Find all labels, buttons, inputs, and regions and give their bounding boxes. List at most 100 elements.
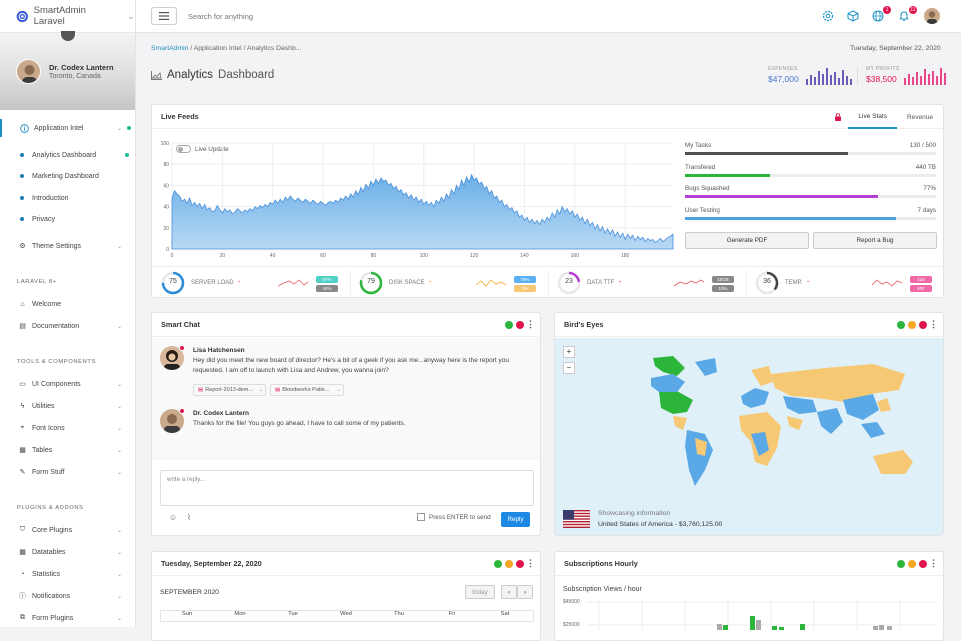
chat-sender[interactable]: Dr. Codex Lantern: [193, 409, 533, 419]
profits-stat: MY PROFITS $38,500: [866, 66, 899, 84]
collapse-dot[interactable]: [897, 560, 905, 568]
sidebar-item-statistics[interactable]: ◔ Statistics ⌄: [0, 565, 135, 583]
progress-track: [685, 152, 936, 155]
close-dot[interactable]: [516, 321, 524, 329]
close-dot[interactable]: [516, 560, 524, 568]
sidebar-item-documentation[interactable]: ▤ Documentation ⌄: [0, 317, 135, 335]
more-vertical-icon[interactable]: ⋮: [929, 319, 938, 330]
app-title: SmartAdmin Laravel: [33, 5, 86, 27]
collapse-dot[interactable]: [897, 321, 905, 329]
gauge-divider: [548, 271, 549, 295]
paperclip-icon[interactable]: ⌇: [187, 513, 191, 522]
sidebar-item-datatables[interactable]: ▦ Datatables ⌄: [0, 543, 135, 561]
app-logo[interactable]: SmartAdmin Laravel ⌄: [0, 0, 135, 33]
sidebar-item-utilities[interactable]: ϟ Utilities ⌄: [0, 397, 135, 415]
more-vertical-icon[interactable]: ⋮: [929, 558, 938, 569]
cube-icon[interactable]: [847, 10, 861, 24]
shield-icon: ⛉: [19, 526, 26, 533]
sidebar-item-marketing-dashboard[interactable]: Marketing Dashboard: [0, 167, 135, 185]
subscription-bars: [587, 600, 937, 630]
topbar: Search for anything 1 11: [136, 0, 961, 33]
map-canvas[interactable]: [555, 338, 943, 535]
sidebar-item-welcome[interactable]: ⌂ Welcome: [0, 295, 135, 313]
close-dot[interactable]: [919, 560, 927, 568]
user-avatar[interactable]: [924, 8, 940, 24]
reply-textarea[interactable]: write a reply...: [160, 470, 534, 506]
sidebar-item-font-icons[interactable]: ⌖ Font Icons ⌄: [0, 419, 135, 437]
sidebar-item-introduction[interactable]: Introduction: [0, 189, 135, 207]
zoom-in-button[interactable]: +: [563, 346, 575, 358]
table-icon: ▦: [19, 447, 26, 454]
profits-label: MY PROFITS: [866, 66, 900, 72]
sidebar-item-form-stuff[interactable]: ✎ Form Stuff ⌄: [0, 463, 135, 481]
chevron-down-icon[interactable]: ⌄: [336, 387, 341, 393]
page-title-light: Dashboard: [218, 69, 275, 81]
tab-revenue[interactable]: Revenue: [897, 105, 943, 129]
chevron-down-icon[interactable]: ⌄: [258, 387, 263, 393]
report-bug-button[interactable]: Report a Bug: [813, 232, 937, 249]
close-dot[interactable]: [919, 321, 927, 329]
chat-message: Dr. Codex Lantern Thanks for the file! Y…: [193, 409, 533, 429]
globe-icon[interactable]: 1: [872, 6, 891, 24]
sidebar: SmartAdmin Laravel ⌄ Dr. Codex Lantern T…: [0, 0, 136, 627]
sidebar-item-analytics-dashboard[interactable]: Analytics Dashboard: [0, 146, 135, 164]
prev-month-button[interactable]: ‹: [501, 585, 517, 599]
x-tick-label: 60: [320, 253, 326, 259]
profile-toggle[interactable]: [61, 31, 75, 41]
zoom-out-button[interactable]: −: [563, 362, 575, 374]
chevron-down-icon: ⌄: [116, 403, 122, 410]
sidebar-item-notifications[interactable]: ⓘ Notifications ⌄: [0, 587, 135, 605]
fullscreen-dot[interactable]: [908, 321, 916, 329]
fullscreen-dot[interactable]: [908, 560, 916, 568]
lock-icon[interactable]: [828, 105, 848, 129]
avatar[interactable]: [16, 59, 41, 84]
stat-divider: [857, 67, 858, 85]
reply-button[interactable]: Reply: [501, 512, 530, 527]
sidebar-item-ui-components[interactable]: ▭ UI Components ⌄: [0, 375, 135, 393]
gauge-disk-space: 79 DISK SPACE ⌃ 76% 3%: [358, 268, 548, 298]
bell-icon[interactable]: 11: [898, 6, 917, 24]
tick-label: $25000: [563, 622, 580, 628]
more-vertical-icon[interactable]: ⋮: [526, 558, 535, 569]
enter-to-send-option[interactable]: Press ENTER to send: [417, 513, 491, 521]
settings-icon[interactable]: [822, 10, 836, 24]
profile-name[interactable]: Dr. Codex Lantern: [49, 63, 114, 72]
profile-card: Dr. Codex Lantern Toronto, Canada: [0, 31, 135, 110]
y-tick-label: 40: [163, 205, 169, 211]
smile-icon[interactable]: ☺: [169, 513, 177, 522]
more-vertical-icon[interactable]: ⋮: [526, 319, 535, 330]
sidebar-item-application-intel[interactable]: Application Intel ⌄: [0, 119, 135, 137]
area-chart-icon: [151, 70, 162, 80]
sidebar-item-privacy[interactable]: Privacy: [0, 210, 135, 228]
attachment-pdf[interactable]: ▤ Bloodworks Patie... ⌄: [270, 384, 344, 396]
menu-toggle-button[interactable]: [151, 7, 177, 25]
tab-live-stats[interactable]: Live Stats: [848, 105, 897, 129]
today-button[interactable]: today: [465, 585, 495, 599]
stat-pill: 3%: [514, 285, 536, 292]
sidebar-item-theme-settings[interactable]: ⚙ Theme Settings ⌄: [0, 237, 135, 255]
next-month-button[interactable]: ›: [517, 585, 533, 599]
fullscreen-dot[interactable]: [505, 560, 513, 568]
collapse-dot[interactable]: [494, 560, 502, 568]
breadcrumb-item[interactable]: Application Intel: [194, 45, 242, 52]
progress-bugs-squashed: Bugs Squashed 77%: [685, 185, 936, 198]
collapse-dot[interactable]: [505, 321, 513, 329]
enter-to-send-label: Press ENTER to send: [429, 513, 491, 521]
chat-sender[interactable]: Lisa Hatchensen: [193, 346, 533, 356]
bullet-dot: [20, 196, 24, 200]
sparkline: [476, 279, 507, 287]
sidebar-item-form-plugins[interactable]: ⧉ Form Plugins ⌄: [0, 609, 135, 627]
world-map: [651, 356, 913, 486]
area-series: [171, 173, 674, 250]
expenses-value: $47,000: [768, 74, 799, 84]
chevron-down-icon[interactable]: ⌄: [127, 11, 135, 22]
sidebar-item-core-plugins[interactable]: ⛉ Core Plugins ⌄: [0, 521, 135, 539]
bullet-dot: [20, 174, 24, 178]
sidebar-item-tables[interactable]: ▦ Tables ⌄: [0, 441, 135, 459]
search-input[interactable]: Search for anything: [188, 12, 253, 21]
enter-to-send-checkbox[interactable]: [417, 513, 425, 521]
attachment-pdf[interactable]: ▤ Report-2013-dem... ⌄: [193, 384, 266, 396]
generate-pdf-button[interactable]: Generate PDF: [685, 232, 809, 249]
calendar-day-name: Wed: [340, 611, 352, 617]
breadcrumb-item[interactable]: SmartAdmin: [151, 45, 188, 52]
